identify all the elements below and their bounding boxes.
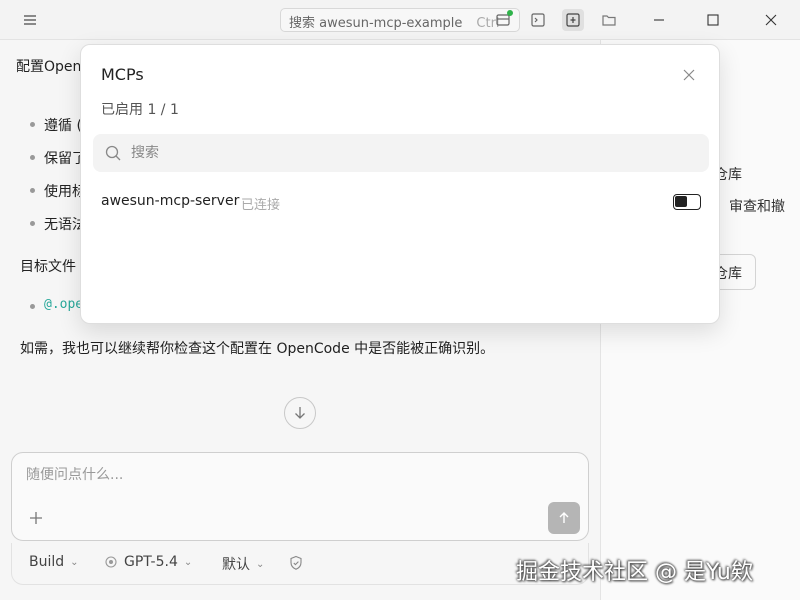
- title-bar: 搜索 awesun-mcp-example Ctrl: [0, 0, 800, 40]
- project-search-box[interactable]: 搜索 awesun-mcp-example Ctrl: [280, 8, 520, 32]
- bullet-dot: [30, 122, 35, 127]
- terminal-icon[interactable]: [527, 9, 549, 31]
- scroll-to-bottom-button[interactable]: [284, 397, 316, 429]
- mcp-search-box: [93, 134, 709, 172]
- file-reference-link[interactable]: @.ope: [44, 297, 83, 312]
- permissions-button[interactable]: [289, 555, 303, 571]
- followup-message: 如需，我也可以继续帮你检查这个配置在 OpenCode 中是否能被正确识别。: [20, 341, 495, 357]
- close-icon: [683, 69, 695, 81]
- server-status: 已连接: [241, 198, 281, 213]
- server-name: awesun-mcp-server: [101, 193, 240, 209]
- mcp-server-row[interactable]: awesun-mcp-server 已连接: [93, 185, 709, 221]
- plus-icon: [30, 512, 42, 524]
- composer-toolbar: Build ⌄ GPT-5.4 ⌄ 默认 ⌄: [11, 543, 589, 585]
- prompt-composer: [11, 452, 589, 541]
- agent-label: Build: [29, 554, 65, 570]
- review-icon[interactable]: [492, 9, 514, 31]
- close-window-button[interactable]: [748, 0, 794, 40]
- server-enable-toggle[interactable]: [673, 194, 701, 210]
- bullet-item: 遵循 (: [44, 118, 82, 134]
- bullet-dot: [30, 304, 35, 309]
- bullet-dot: [30, 221, 35, 226]
- minimize-button[interactable]: [636, 0, 682, 40]
- bullet-dot: [30, 155, 35, 160]
- dialog-title: MCPs: [101, 65, 144, 84]
- mcp-dialog: MCPs 已启用 1 / 1 awesun-mcp-server 已连接: [80, 44, 720, 324]
- target-file-label: 目标文件: [20, 259, 76, 275]
- bullet-dot: [30, 188, 35, 193]
- model-selector[interactable]: GPT-5.4 ⌄: [104, 554, 192, 570]
- dialog-close-button[interactable]: [679, 65, 699, 85]
- watermark: 掘金技术社区 @ 是Yu欸: [516, 560, 753, 585]
- shield-icon: [290, 555, 302, 570]
- model-label: GPT-5.4: [124, 554, 178, 570]
- send-button[interactable]: [548, 502, 580, 534]
- variant-label: 默认: [222, 557, 250, 573]
- search-icon: [105, 145, 121, 161]
- project-search-text: 搜索 awesun-mcp-example: [289, 16, 463, 31]
- status-dot: [507, 10, 513, 16]
- agent-selector[interactable]: Build ⌄: [29, 554, 79, 570]
- right-panel-text: 审查和撤: [729, 199, 785, 215]
- variant-selector[interactable]: 默认 ⌄: [222, 554, 264, 574]
- menu-icon[interactable]: [22, 12, 38, 28]
- prompt-input[interactable]: [24, 465, 524, 485]
- maximize-button[interactable]: [690, 0, 736, 40]
- chevron-down-icon: ⌄: [70, 556, 79, 568]
- folder-icon[interactable]: [598, 9, 620, 31]
- toggle-knob: [675, 196, 687, 207]
- message-heading: 配置Open: [16, 59, 82, 75]
- chevron-down-icon: ⌄: [256, 558, 265, 570]
- chevron-down-icon: ⌄: [183, 556, 193, 568]
- enabled-summary: 已启用 1 / 1: [101, 102, 179, 118]
- arrow-down-icon: [295, 407, 305, 419]
- add-attachment-button[interactable]: [26, 508, 46, 528]
- arrow-up-icon: [559, 512, 569, 523]
- model-icon: [105, 556, 117, 568]
- context-panel-icon[interactable]: [562, 9, 584, 31]
- mcp-search-input[interactable]: [129, 141, 689, 165]
